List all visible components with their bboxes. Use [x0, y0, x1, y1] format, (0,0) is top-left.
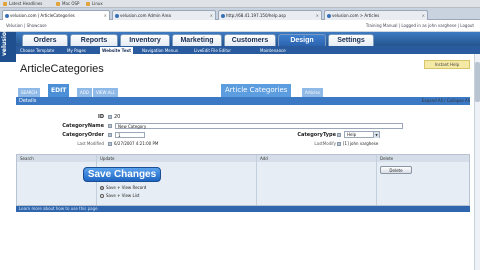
- sub-nav: Choose Template My Pages Website Text Na…: [16, 46, 480, 54]
- browser-tab-strip: velusion.com | ArticleCategories × velus…: [0, 8, 480, 20]
- chevron-down-icon[interactable]: ▼: [373, 132, 379, 138]
- bookmark-mac-osp[interactable]: Mac OSP: [56, 1, 79, 6]
- nav-tab-design[interactable]: Design: [278, 34, 326, 46]
- header-links[interactable]: Training Manual | Logged in as john varg…: [366, 23, 474, 28]
- subnav-website-text[interactable]: Website Text: [100, 47, 134, 54]
- velusion-logo: velusion: [0, 28, 16, 62]
- field-icon: [108, 133, 112, 137]
- bookmark-icon: [56, 1, 60, 6]
- nav-tab-inventory[interactable]: Inventory: [120, 34, 170, 46]
- subnav-choose-template[interactable]: Choose Template: [18, 47, 56, 54]
- user-icon: [337, 141, 341, 146]
- subnav-maintenance[interactable]: Maintenance: [258, 47, 288, 54]
- field-icon: [108, 124, 112, 128]
- scrollbar-thumb[interactable]: [475, 62, 480, 102]
- id-label: ID: [97, 114, 104, 120]
- browser-tab-articlecategories[interactable]: velusion.com | ArticleCategories ×: [2, 10, 110, 20]
- last-modify-label: LastModify: [314, 141, 336, 146]
- bookmark-linux[interactable]: Linux: [86, 1, 103, 6]
- mode-tab-edit[interactable]: EDIT: [48, 84, 70, 97]
- field-icon: [337, 133, 341, 137]
- add-column: Add: [257, 155, 377, 205]
- category-order-input[interactable]: 1: [115, 132, 145, 138]
- bookmark-icon: [86, 1, 90, 6]
- add-column-header: Add: [257, 155, 376, 162]
- delete-column: Delete: [377, 155, 469, 205]
- subnav-my-pages[interactable]: My Pages: [65, 47, 88, 54]
- page-title: ArticleCategories: [20, 63, 104, 75]
- delete-button[interactable]: Delete: [380, 166, 412, 174]
- radio-save-view-record[interactable]: Save + View Record: [100, 185, 146, 190]
- browser-tab-admin-area[interactable]: velusion.com Admin Area ×: [112, 10, 216, 20]
- category-name-label: CategoryName: [62, 123, 104, 129]
- browser-tab-articles[interactable]: velusion.com > Articles ×: [324, 10, 428, 20]
- radio-save-view-list[interactable]: Save + View List: [100, 193, 139, 198]
- nav-tab-marketing[interactable]: Marketing: [172, 34, 222, 46]
- subnav-liveedit-file-editor[interactable]: LiveEdit File Editor: [192, 47, 233, 54]
- search-column-header: Search: [17, 155, 96, 162]
- category-order-label: CategoryOrder: [62, 132, 104, 138]
- bookmark-latest-headlines[interactable]: Latest Headlines: [3, 1, 42, 6]
- radio-selected-icon[interactable]: [100, 185, 104, 190]
- details-label: Details: [19, 98, 37, 104]
- favicon-icon: [327, 14, 331, 18]
- nav-tab-orders[interactable]: Orders: [22, 34, 68, 46]
- category-type-select[interactable]: Help ▼: [344, 131, 380, 138]
- main-nav: Orders Reports Inventory Marketing Custo…: [16, 32, 480, 46]
- details-section-bar[interactable]: Details: [16, 97, 470, 105]
- app-header: Velusion | Showcase Training Manual | Lo…: [0, 20, 480, 32]
- calendar-icon: [108, 141, 112, 146]
- close-tab-icon[interactable]: ×: [210, 11, 213, 20]
- nav-tab-reports[interactable]: Reports: [70, 34, 118, 46]
- category-type-label: CategoryType: [297, 132, 336, 138]
- favicon-icon: [5, 14, 9, 18]
- help-footer-bar: Learn more about how to use this page: [16, 206, 470, 212]
- close-tab-icon[interactable]: ×: [422, 11, 425, 20]
- mode-tab-view-all[interactable]: VIEW ALL: [93, 88, 118, 97]
- group-tab-article-categories[interactable]: Article Categories: [221, 84, 292, 97]
- lock-icon: [108, 114, 112, 119]
- id-value: 20: [108, 114, 120, 120]
- last-modified-label: Last Modified: [77, 141, 104, 146]
- mode-tabs: SEARCH EDIT ADD VIEW ALL Article Categor…: [18, 84, 470, 97]
- favicon-icon: [115, 14, 119, 18]
- expand-collapse-links[interactable]: Expand All / Collapse All: [422, 98, 470, 103]
- favicon-icon: [221, 14, 225, 18]
- radio-icon[interactable]: [100, 193, 104, 198]
- browser-tab-help[interactable]: http://68.41.197.150/help.asp ×: [218, 10, 322, 20]
- last-modified-value: 6/27/2007 4:21:00 PM: [108, 141, 158, 146]
- mode-tab-search[interactable]: SEARCH: [18, 88, 41, 97]
- nav-tab-settings[interactable]: Settings: [328, 34, 374, 46]
- delete-column-header: Delete: [377, 155, 469, 162]
- page-scrollbar[interactable]: [474, 54, 480, 270]
- close-tab-icon[interactable]: ×: [104, 11, 107, 20]
- help-footer-link[interactable]: Learn more about how to use this page: [19, 206, 98, 212]
- instant-help-button[interactable]: Instant Help: [424, 60, 470, 69]
- site-name: Velusion | Showcase: [6, 23, 47, 28]
- mode-tab-add[interactable]: ADD: [77, 88, 92, 97]
- category-name-input[interactable]: New Category: [115, 123, 403, 129]
- close-tab-icon[interactable]: ×: [316, 11, 319, 20]
- save-changes-button[interactable]: Save Changes: [83, 167, 161, 182]
- nav-tab-customers[interactable]: Customers: [224, 34, 276, 46]
- last-modify-value: [1] john varghese: [337, 141, 378, 146]
- logo-text: velusion: [1, 27, 8, 56]
- rss-icon: [3, 1, 7, 6]
- update-column-header: Update: [97, 155, 256, 162]
- group-tab-articles[interactable]: Articles: [302, 88, 323, 97]
- bookmarks-bar: Latest Headlines Mac OSP Linux: [0, 0, 480, 8]
- subnav-navigation-menus[interactable]: Navigation Menus: [140, 47, 180, 54]
